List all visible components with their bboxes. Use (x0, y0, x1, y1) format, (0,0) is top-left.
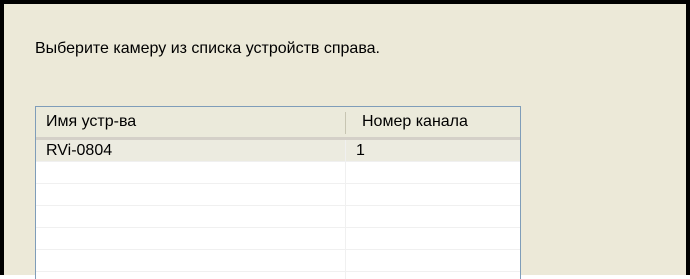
list-row[interactable] (36, 162, 520, 184)
column-header-device-name[interactable]: Имя устр-ва (36, 107, 346, 137)
list-row[interactable] (36, 228, 520, 250)
device-name-cell (36, 184, 346, 206)
channel-number-cell (346, 162, 520, 184)
device-name-cell (36, 228, 346, 250)
channel-number-cell (346, 250, 520, 272)
channel-number-cell (346, 184, 520, 206)
list-row[interactable]: RVi-0804 1 (36, 140, 520, 162)
device-name-cell (36, 250, 346, 272)
dialog-panel: Выберите камеру из списка устройств спра… (0, 0, 690, 279)
device-name-cell (36, 206, 346, 228)
list-row[interactable] (36, 206, 520, 228)
column-grid-line (345, 140, 346, 279)
column-header-channel-number[interactable]: Номер канала (346, 107, 520, 137)
device-name-cell (36, 162, 346, 184)
list-header: Имя устр-ва Номер канала (36, 107, 520, 140)
device-name-cell: RVi-0804 (46, 142, 113, 159)
list-row[interactable] (36, 250, 520, 272)
channel-number-cell: 1 (356, 142, 365, 159)
instruction-text: Выберите камеру из списка устройств спра… (35, 40, 380, 57)
list-rows: RVi-0804 1 (36, 140, 520, 279)
channel-number-cell (346, 206, 520, 228)
list-row[interactable] (36, 184, 520, 206)
channel-number-cell (346, 228, 520, 250)
device-list[interactable]: Имя устр-ва Номер канала RVi-0804 1 (35, 106, 521, 279)
